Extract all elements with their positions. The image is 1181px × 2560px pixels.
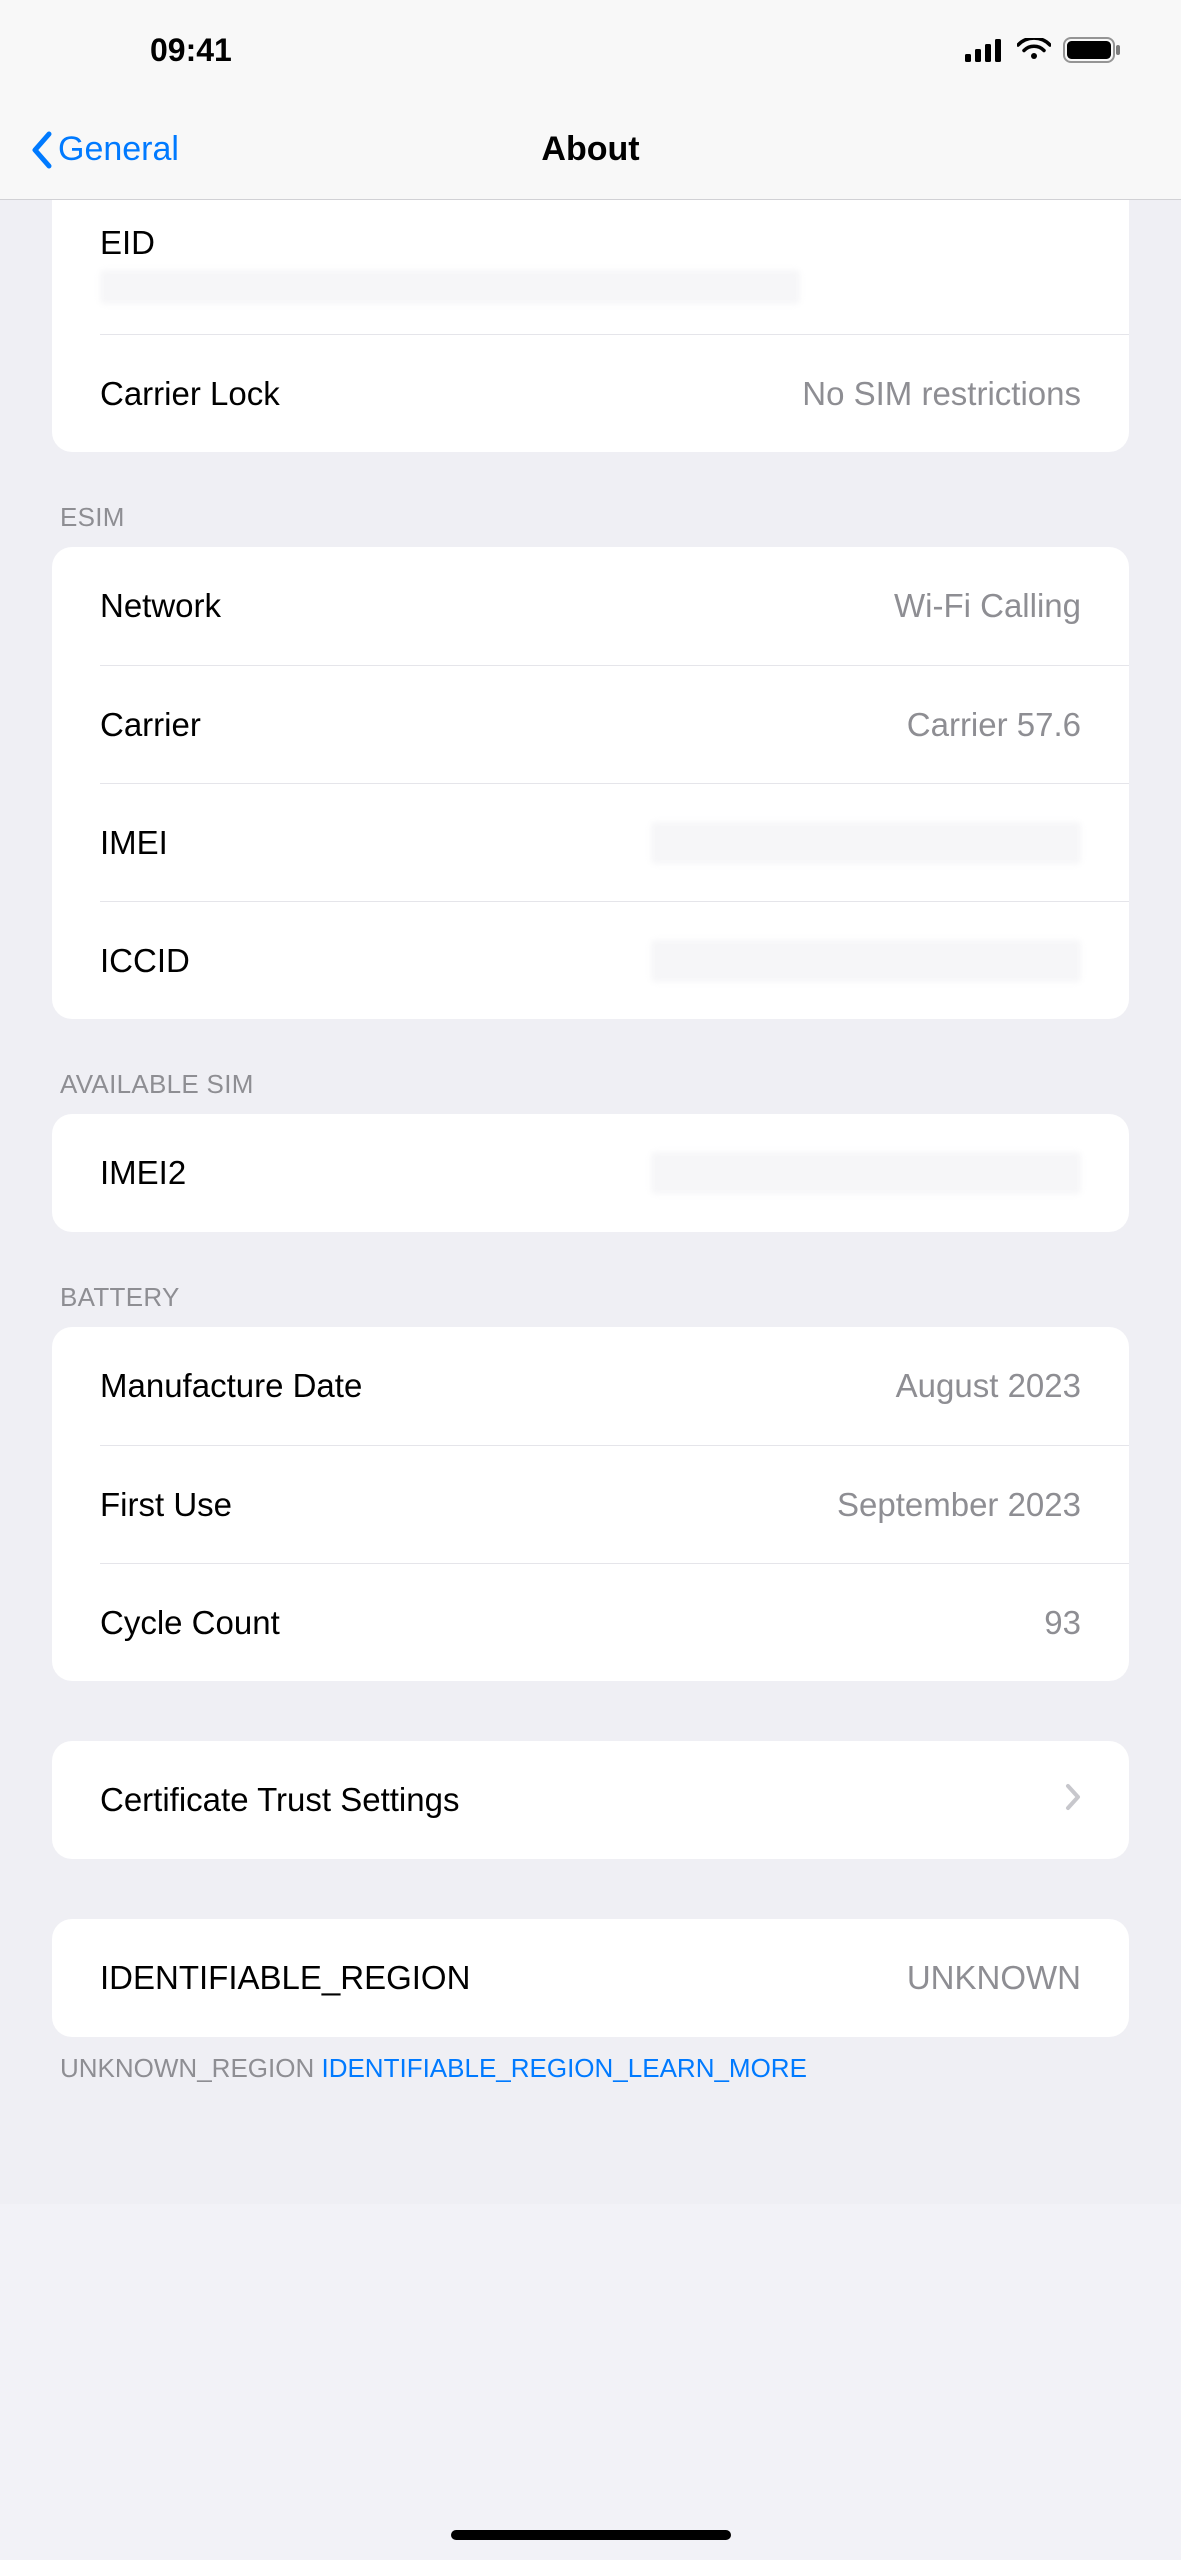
manufacture-date-row[interactable]: Manufacture Date August 2023 <box>52 1327 1129 1445</box>
carrier-row[interactable]: Carrier Carrier 57.6 <box>100 665 1129 783</box>
eid-row[interactable]: EID <box>52 200 1129 334</box>
manufacture-date-value: August 2023 <box>896 1367 1081 1405</box>
network-label: Network <box>100 587 221 625</box>
back-button[interactable]: General <box>0 130 179 169</box>
cellular-icon <box>965 38 1005 62</box>
region-footer: UNKNOWN_REGION IDENTIFIABLE_REGION_LEARN… <box>0 2037 1181 2084</box>
region-row[interactable]: IDENTIFIABLE_REGION UNKNOWN <box>52 1919 1129 2037</box>
available-sim-group: IMEI2 <box>52 1114 1129 1232</box>
region-value: UNKNOWN <box>907 1959 1081 1997</box>
first-use-value: September 2023 <box>837 1486 1081 1524</box>
carrier-lock-value: No SIM restrictions <box>802 375 1081 413</box>
imei2-row[interactable]: IMEI2 <box>52 1114 1129 1232</box>
back-label: General <box>58 130 179 169</box>
region-label: IDENTIFIABLE_REGION <box>100 1959 470 1997</box>
certificate-group: Certificate Trust Settings <box>52 1741 1129 1859</box>
status-time: 09:41 <box>150 32 232 69</box>
certificate-trust-row[interactable]: Certificate Trust Settings <box>52 1741 1129 1859</box>
battery-header: BATTERY <box>0 1232 1181 1327</box>
region-group: IDENTIFIABLE_REGION UNKNOWN <box>52 1919 1129 2037</box>
battery-group: Manufacture Date August 2023 First Use S… <box>52 1327 1129 1681</box>
status-bar: 09:41 <box>0 0 1181 100</box>
chevron-right-icon <box>1065 1781 1081 1819</box>
first-use-row[interactable]: First Use September 2023 <box>100 1445 1129 1563</box>
about-group: EID Carrier Lock No SIM restrictions <box>52 200 1129 452</box>
carrier-lock-label: Carrier Lock <box>100 375 280 413</box>
status-icons <box>965 37 1121 63</box>
region-learn-more-link[interactable]: IDENTIFIABLE_REGION_LEARN_MORE <box>321 2053 806 2083</box>
network-value: Wi-Fi Calling <box>894 587 1081 625</box>
nav-bar: General About <box>0 100 1181 200</box>
carrier-label: Carrier <box>100 706 201 744</box>
region-footer-prefix: UNKNOWN_REGION <box>60 2053 321 2083</box>
imei2-value-redacted <box>651 1152 1081 1194</box>
battery-icon <box>1063 37 1121 63</box>
carrier-value: Carrier 57.6 <box>907 706 1081 744</box>
esim-group: Network Wi-Fi Calling Carrier Carrier 57… <box>52 547 1129 1019</box>
first-use-label: First Use <box>100 1486 232 1524</box>
iccid-label: ICCID <box>100 942 190 980</box>
certificate-trust-label: Certificate Trust Settings <box>100 1781 459 1819</box>
imei-label: IMEI <box>100 824 168 862</box>
imei-value-redacted <box>651 822 1081 864</box>
wifi-icon <box>1017 38 1051 62</box>
esim-header: ESIM <box>0 452 1181 547</box>
iccid-row[interactable]: ICCID <box>100 901 1129 1019</box>
cycle-count-value: 93 <box>1044 1604 1081 1642</box>
imei2-label: IMEI2 <box>100 1154 186 1192</box>
content: EID Carrier Lock No SIM restrictions ESI… <box>0 200 1181 2204</box>
carrier-lock-row[interactable]: Carrier Lock No SIM restrictions <box>100 334 1129 452</box>
available-sim-header: AVAILABLE SIM <box>0 1019 1181 1114</box>
cycle-count-row[interactable]: Cycle Count 93 <box>100 1563 1129 1681</box>
network-row[interactable]: Network Wi-Fi Calling <box>52 547 1129 665</box>
chevron-left-icon <box>30 131 52 169</box>
cycle-count-label: Cycle Count <box>100 1604 280 1642</box>
eid-value-redacted <box>100 270 800 304</box>
imei-row[interactable]: IMEI <box>100 783 1129 901</box>
eid-label: EID <box>100 224 155 262</box>
manufacture-date-label: Manufacture Date <box>100 1367 362 1405</box>
iccid-value-redacted <box>651 940 1081 982</box>
home-indicator[interactable] <box>451 2530 731 2540</box>
